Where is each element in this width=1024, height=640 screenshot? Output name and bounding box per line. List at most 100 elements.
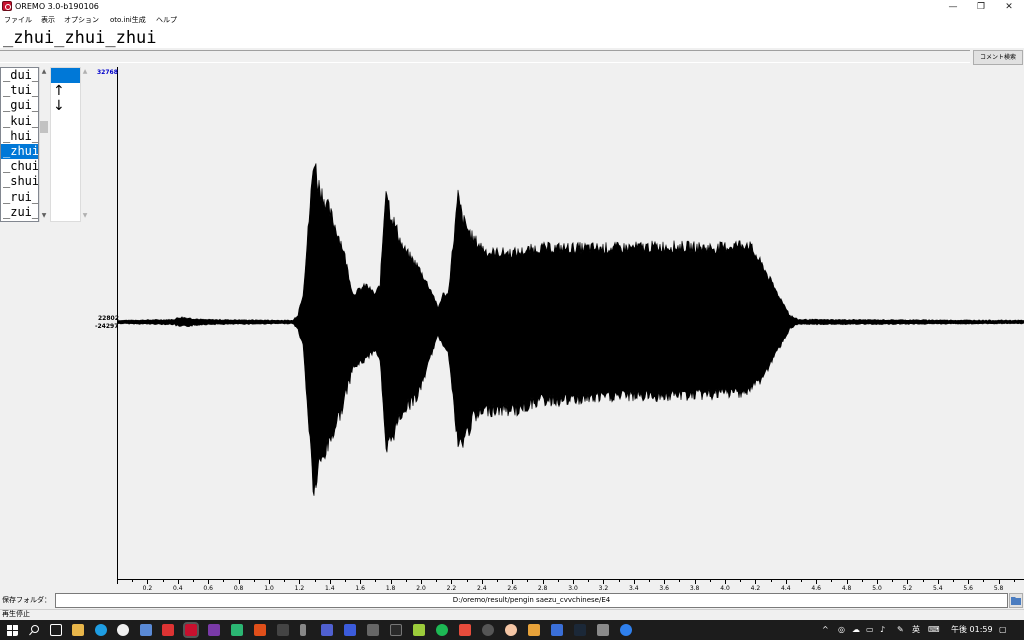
time-tick-label: 2.2 — [447, 585, 457, 592]
app-icon-7[interactable] — [300, 624, 306, 636]
time-tick-label: 2.8 — [538, 585, 548, 592]
time-tick-label: 3.2 — [599, 585, 609, 592]
clock[interactable]: 午後 01:59 — [951, 625, 993, 635]
time-axis-ticks: 0.2 0.4 0.6 0.8 1.0 1.2 1.4 1.6 1.8 2.0 2.2 2.4 2.6 2… — [117, 580, 1015, 592]
list-item[interactable]: _chui — [1, 159, 38, 174]
save-folder-path[interactable]: D:/oremo/result/pengin saezu_cvvchinese/… — [55, 593, 1008, 608]
scroll-up-icon[interactable]: ▲ — [40, 68, 48, 76]
time-tick-label: 0.8 — [234, 585, 244, 592]
save-folder-label: 保存フォルダ： — [2, 596, 51, 604]
chrome-icon[interactable] — [117, 624, 129, 636]
taskbar: ^ ◎ ☁ ▭ ♪ ✎ 英 ⌨ 午後 01:59 ▢ — [0, 620, 1024, 640]
task-view-icon[interactable] — [50, 624, 62, 636]
up-arrow-icon[interactable]: ↑ — [53, 84, 65, 98]
alias-list-scrollbar[interactable]: ▲ ▼ — [39, 67, 48, 222]
app-icon-15[interactable] — [505, 624, 517, 636]
app-icon-16[interactable] — [528, 624, 540, 636]
app-icon-11[interactable] — [390, 624, 402, 636]
list-item[interactable]: _shui — [1, 174, 38, 189]
app-icon-1[interactable] — [140, 624, 152, 636]
app-icon-9[interactable] — [344, 624, 356, 636]
app-icon-12[interactable] — [413, 624, 425, 636]
volume-icon[interactable]: ♪ — [880, 625, 885, 635]
folder-open-button[interactable] — [1009, 593, 1023, 608]
app-icon-14[interactable] — [482, 624, 494, 636]
network-icon[interactable]: ▭ — [866, 625, 874, 635]
alias-list-scroll-thumb[interactable] — [40, 121, 48, 133]
app-icon-13[interactable] — [459, 624, 471, 636]
time-tick-label: 5.2 — [903, 585, 913, 592]
spotify-icon[interactable] — [436, 624, 448, 636]
app-icon — [2, 1, 12, 11]
time-tick-label: 4.4 — [781, 585, 791, 592]
waveform-panel[interactable] — [117, 67, 1024, 579]
suffix-list-scrollbar[interactable]: ▲ ▼ — [81, 67, 90, 222]
menu-otoini[interactable]: oto.ini生成 — [110, 15, 146, 25]
y-max-label: 32768 — [97, 69, 118, 76]
pen-icon[interactable]: ✎ — [897, 625, 904, 635]
app-icon-19[interactable] — [620, 624, 632, 636]
app-icon-17[interactable] — [551, 624, 563, 636]
status-text: 再生停止 — [2, 610, 30, 618]
time-tick-label: 2.4 — [477, 585, 487, 592]
app-icon-3[interactable] — [208, 624, 220, 636]
comment-field[interactable] — [0, 50, 970, 63]
menu-file[interactable]: ファイル — [4, 15, 32, 25]
onedrive-icon[interactable]: ☁ — [852, 625, 860, 635]
comment-search-button[interactable]: コメント検索 — [973, 50, 1023, 65]
search-icon[interactable] — [28, 624, 40, 636]
time-tick-label: 1.0 — [264, 585, 274, 592]
notification-icon[interactable]: ▢ — [999, 625, 1007, 635]
list-item[interactable]: _dui_ — [1, 68, 38, 83]
time-axis: 0.2 0.4 0.6 0.8 1.0 1.2 1.4 1.6 1.8 2.0 2.2 2.4 2.6 2… — [117, 579, 1024, 592]
title-bar — [0, 0, 1024, 15]
file-explorer-icon[interactable] — [72, 624, 84, 636]
current-alias: _zhui_zhui_zhui — [3, 28, 157, 48]
down-arrow-icon[interactable]: ↓ — [53, 99, 65, 113]
menu-bar: ファイル 表示 オプション oto.ini生成 ヘルプ — [0, 14, 1024, 26]
list-item[interactable]: _tui_ — [1, 83, 38, 98]
app-icon-2[interactable] — [162, 624, 174, 636]
alias-list[interactable]: _dui_ _tui_ _gui_ _kui_ _hui_ _zhui _chu… — [0, 67, 39, 222]
ime-indicator[interactable]: 英 — [912, 625, 920, 635]
list-item[interactable]: _rui_ — [1, 190, 38, 205]
menu-view[interactable]: 表示 — [41, 15, 55, 25]
scroll-down-icon[interactable]: ▼ — [40, 212, 48, 220]
edge-icon[interactable] — [95, 624, 107, 636]
waveform-trace — [118, 163, 1024, 496]
app-icon-10[interactable] — [367, 624, 379, 636]
list-item[interactable]: _kui_ — [1, 114, 38, 129]
steam-icon[interactable] — [574, 624, 586, 636]
scroll-up-icon[interactable]: ▲ — [81, 68, 89, 76]
time-tick-label: 2.6 — [507, 585, 517, 592]
tray-icon-1[interactable]: ◎ — [838, 625, 845, 635]
time-tick-label: 1.6 — [355, 585, 365, 592]
time-tick-label: 2.0 — [416, 585, 426, 592]
tray-chevron-icon[interactable]: ^ — [822, 625, 829, 635]
time-tick-label: 1.8 — [386, 585, 396, 592]
app-icon-5[interactable] — [254, 624, 266, 636]
app-icon-18[interactable] — [597, 624, 609, 636]
time-tick-label: 5.0 — [872, 585, 882, 592]
oremo-taskbar-icon[interactable] — [183, 622, 199, 638]
suffix-item-selected[interactable] — [51, 68, 80, 83]
list-item[interactable]: _hui_ — [1, 129, 38, 144]
time-tick-label: 4.6 — [811, 585, 821, 592]
time-tick-label: 4.0 — [720, 585, 730, 592]
maximize-button[interactable]: ❐ — [967, 0, 995, 14]
windows-start-icon[interactable] — [6, 624, 18, 636]
list-item[interactable]: _zui_ — [1, 205, 38, 220]
minimize-button[interactable]: — — [939, 0, 967, 14]
keyboard-icon[interactable]: ⌨ — [928, 625, 940, 635]
menu-options[interactable]: オプション — [64, 15, 99, 25]
app-icon-6[interactable] — [277, 624, 289, 636]
list-item-selected[interactable]: _zhui — [1, 143, 38, 160]
app-icon-8[interactable] — [321, 624, 333, 636]
close-button[interactable]: ✕ — [995, 0, 1023, 14]
app-icon-4[interactable] — [231, 624, 243, 636]
menu-help[interactable]: ヘルプ — [156, 15, 177, 25]
list-item[interactable]: _gui_ — [1, 98, 38, 113]
time-tick-label: 4.8 — [842, 585, 852, 592]
time-tick-label: 3.8 — [690, 585, 700, 592]
scroll-down-icon[interactable]: ▼ — [81, 212, 89, 220]
